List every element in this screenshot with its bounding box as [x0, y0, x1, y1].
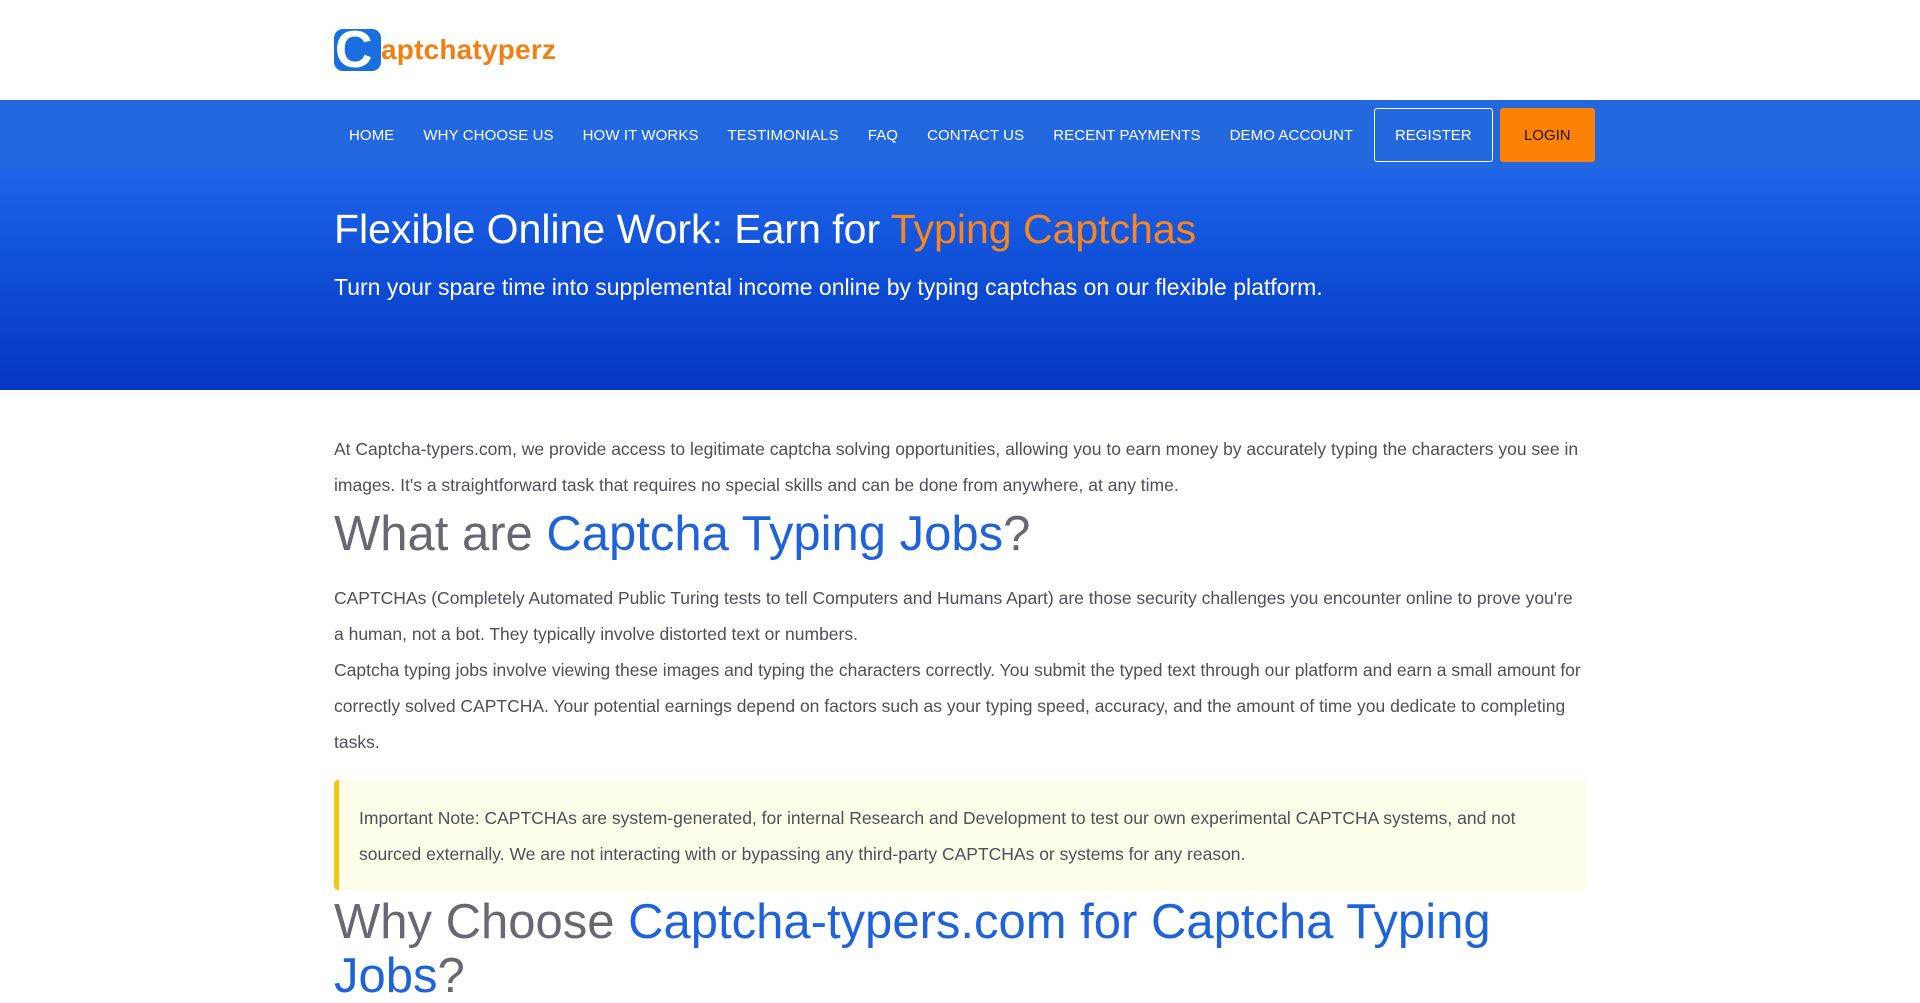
- main-content: At Captcha-typers.com, we provide access…: [334, 390, 1587, 1003]
- nav-item-testimonials[interactable]: TESTIMONIALS: [713, 127, 853, 144]
- nav-item-recent-payments[interactable]: RECENT PAYMENTS: [1039, 127, 1215, 144]
- hero-title-prefix: Flexible Online Work: Earn for: [334, 206, 891, 252]
- logo-mark-letter: C: [335, 29, 373, 71]
- nav-items: HOME WHY CHOOSE US HOW IT WORKS TESTIMON…: [334, 100, 1595, 170]
- nav-item-home[interactable]: HOME: [334, 127, 409, 144]
- hero-banner: Flexible Online Work: Earn for Typing Ca…: [0, 170, 1920, 390]
- hero-title: Flexible Online Work: Earn for Typing Ca…: [334, 206, 1196, 253]
- what-heading-accent: Captcha Typing Jobs: [546, 507, 1004, 561]
- what-are-heading: What are Captcha Typing Jobs?: [334, 505, 1587, 563]
- what-heading-prefix: What are: [334, 507, 547, 561]
- site-logo[interactable]: C aptchatyperz: [334, 29, 556, 71]
- important-note: Important Note: CAPTCHAs are system-gene…: [334, 780, 1587, 890]
- hero-title-accent: Typing Captchas: [890, 206, 1197, 252]
- nav-item-demo-account[interactable]: DEMO ACCOUNT: [1215, 127, 1368, 144]
- logo-mark-icon: C: [334, 29, 381, 71]
- main-nav: HOME WHY CHOOSE US HOW IT WORKS TESTIMON…: [0, 100, 1920, 170]
- why-heading-prefix: Why Choose: [334, 895, 629, 949]
- nav-item-why-choose-us[interactable]: WHY CHOOSE US: [409, 127, 568, 144]
- what-paragraph-1: CAPTCHAs (Completely Automated Public Tu…: [334, 588, 1573, 644]
- nav-item-how-it-works[interactable]: HOW IT WORKS: [568, 127, 713, 144]
- hero-subtitle: Turn your spare time into supplemental i…: [334, 274, 1323, 300]
- site-header: C aptchatyperz: [0, 0, 1920, 100]
- logo-text: aptchatyperz: [381, 34, 557, 65]
- why-choose-heading: Why Choose Captcha-typers.com for Captch…: [334, 895, 1587, 1003]
- intro-paragraph: At Captcha-typers.com, we provide access…: [334, 439, 1579, 495]
- important-note-text: Important Note: CAPTCHAs are system-gene…: [359, 808, 1516, 864]
- register-button[interactable]: REGISTER: [1373, 108, 1493, 162]
- what-heading-suffix: ?: [1003, 507, 1031, 561]
- nav-item-faq[interactable]: FAQ: [853, 127, 912, 144]
- why-heading-suffix: ?: [437, 949, 465, 1003]
- nav-item-contact-us[interactable]: CONTACT US: [913, 127, 1039, 144]
- what-paragraph-2: Captcha typing jobs involve viewing thes…: [334, 660, 1581, 752]
- login-button[interactable]: LOGIN: [1499, 108, 1595, 162]
